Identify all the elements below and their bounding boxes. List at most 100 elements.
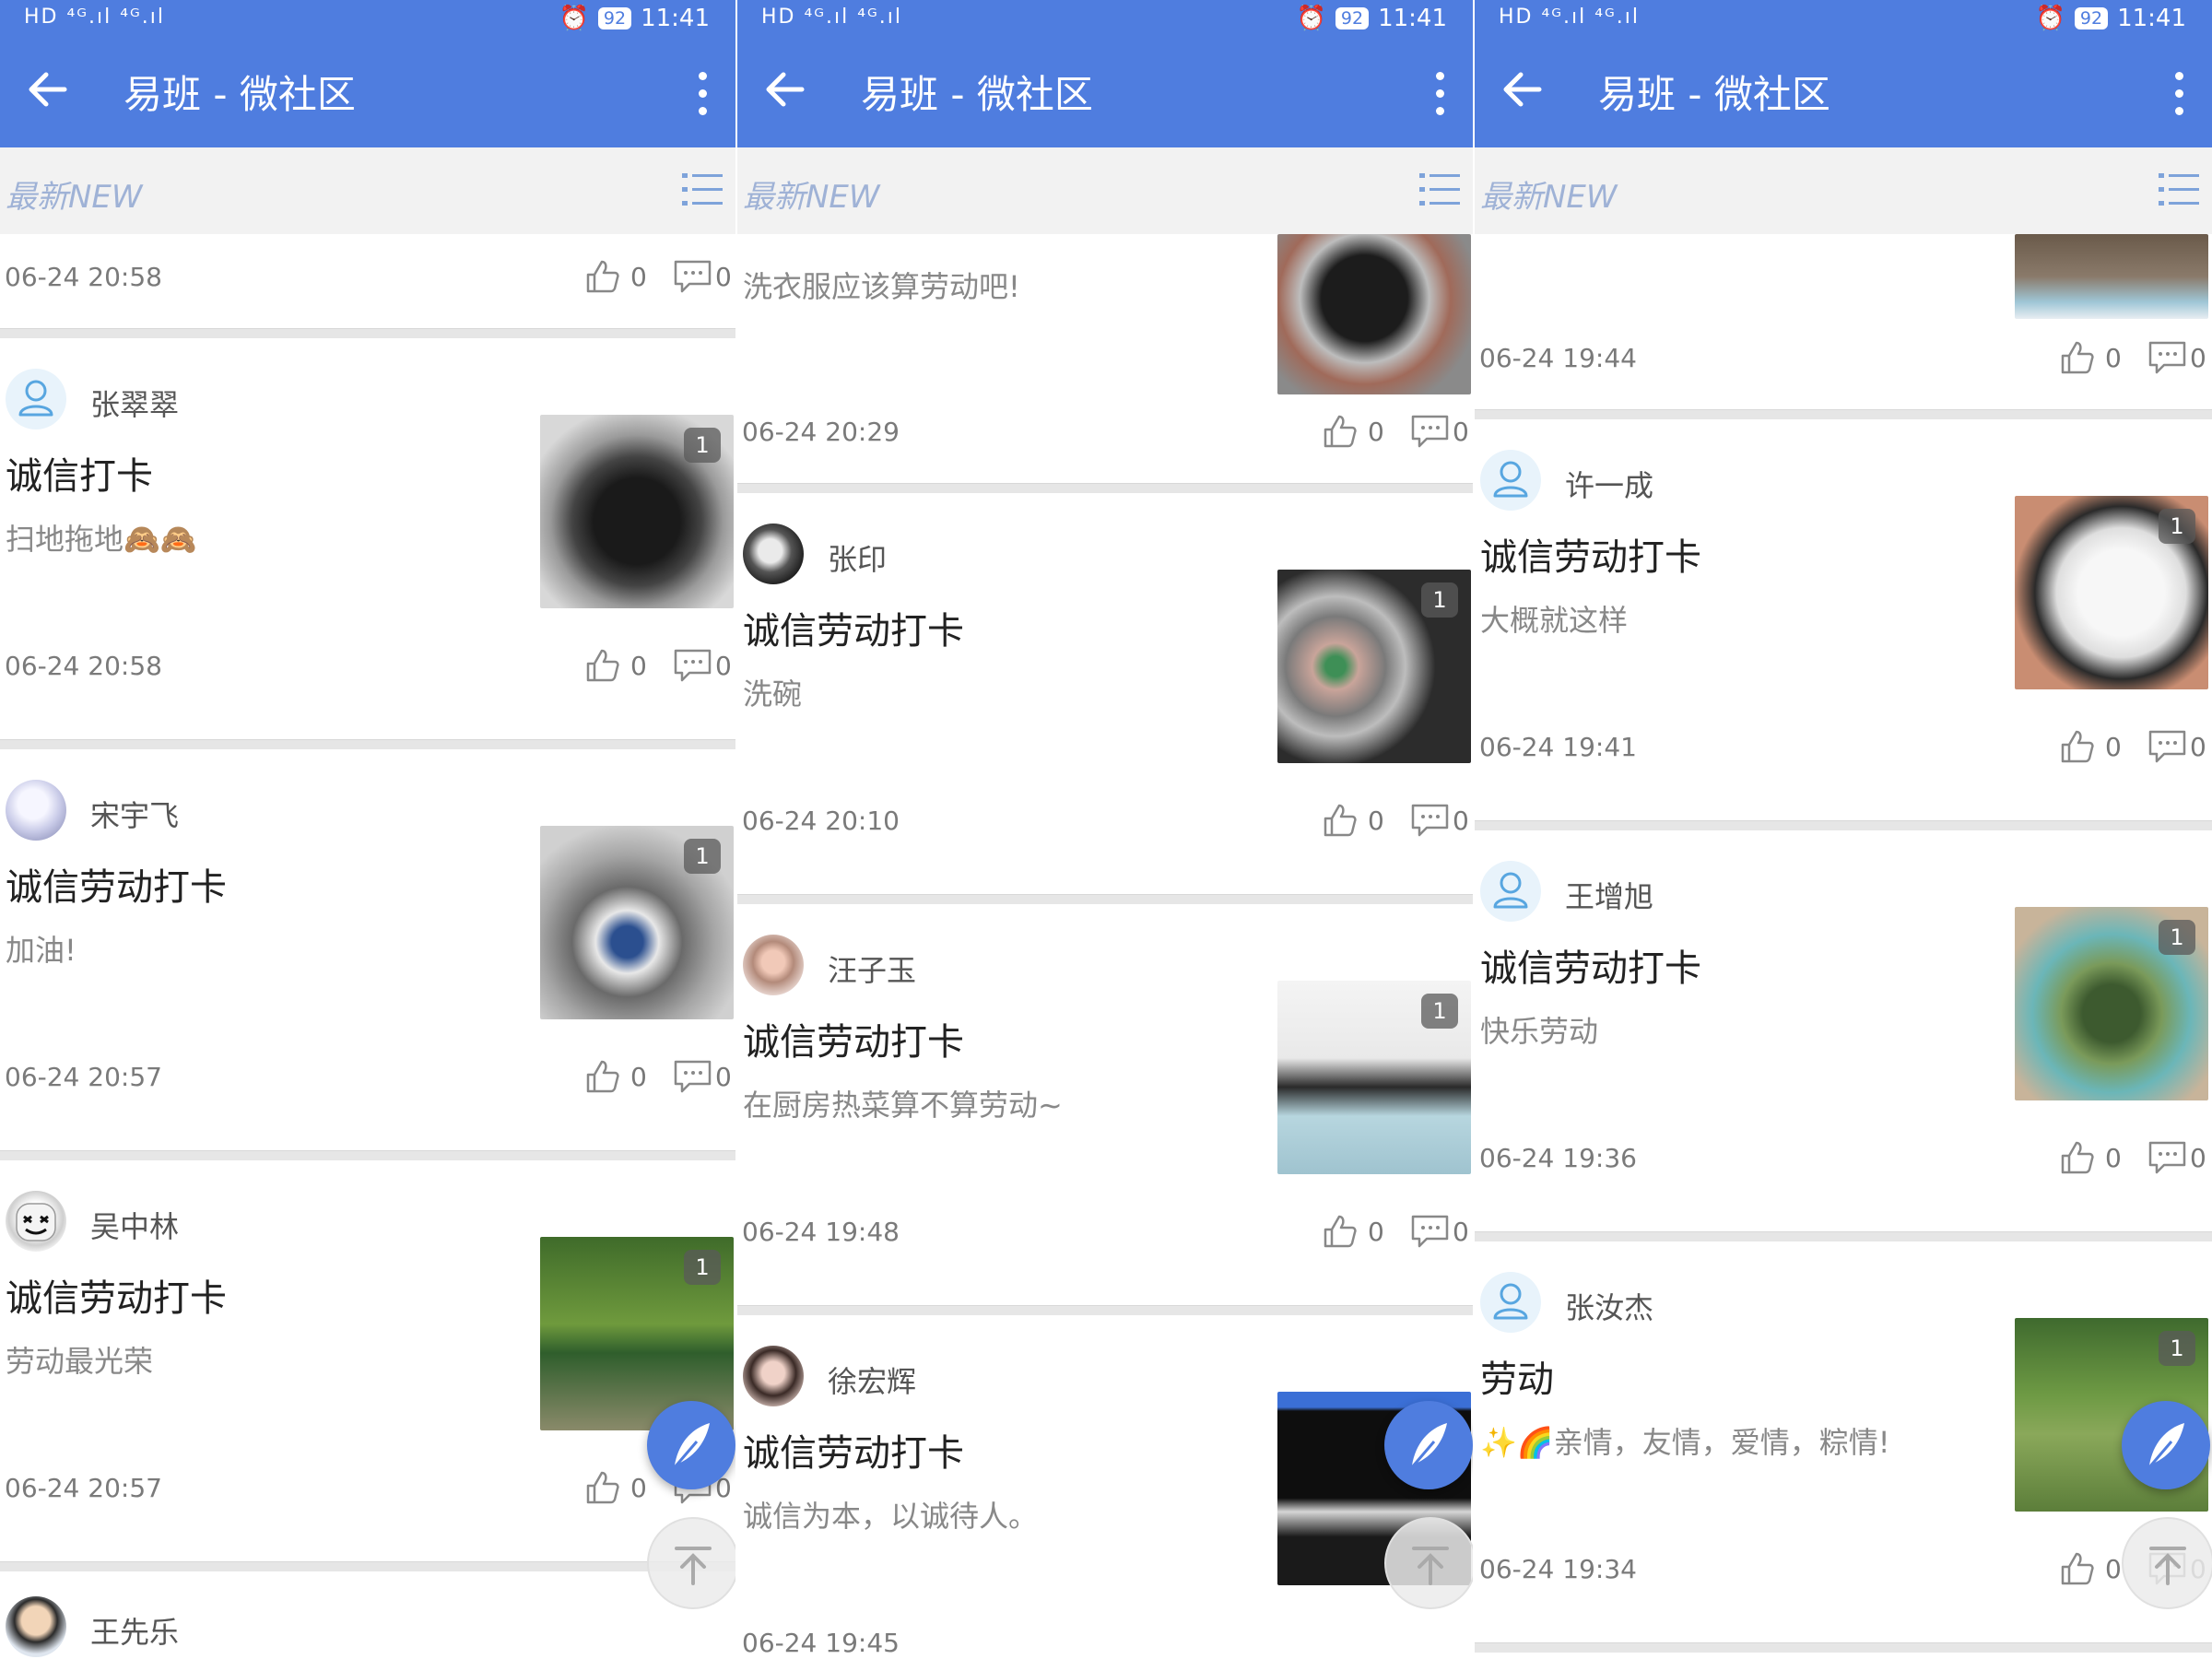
like-count: 0 <box>1368 805 1384 836</box>
feather-icon <box>1410 1423 1447 1468</box>
post-image[interactable]: 1 <box>2015 496 2208 689</box>
post-card[interactable]: 06-24 19:44 0 0 <box>1475 234 2212 409</box>
tab-bar: 最新NEW <box>1475 147 2212 234</box>
like-button[interactable]: 0 <box>1322 802 1384 839</box>
image-count-badge: 1 <box>684 839 721 874</box>
like-button[interactable]: 0 <box>1322 1213 1384 1250</box>
comment-button[interactable]: 0 <box>1410 1213 1469 1250</box>
post-card[interactable]: 张汝杰 劳动 ✨🌈亲情，友情，爱情，粽情! 1 06-24 19:34 0 0 <box>1475 1241 2212 1637</box>
comment-button[interactable]: 0 <box>2147 1139 2206 1176</box>
post-image[interactable]: 1 <box>2015 907 2208 1100</box>
avatar[interactable] <box>6 780 66 841</box>
user-name[interactable]: 许一成 <box>1565 463 1653 505</box>
post-card[interactable]: 许一成 诚信劳动打卡 大概就这样 1 06-24 19:41 0 0 <box>1475 418 2212 815</box>
back-to-top-button[interactable] <box>647 1517 735 1609</box>
thumbs-up-icon <box>2061 1552 2094 1585</box>
more-options-icon[interactable] <box>1430 72 1449 120</box>
like-button[interactable]: 0 <box>2059 1550 2122 1587</box>
avatar[interactable] <box>743 935 804 995</box>
comment-button[interactable]: 0 <box>2147 339 2206 376</box>
post-card[interactable]: 张翠翠 诚信打卡 扫地拖地🙈🙈 1 06-24 20:58 0 0 <box>0 337 735 734</box>
post-date: 06-24 19:34 <box>1479 1554 1637 1584</box>
avatar[interactable] <box>743 524 804 584</box>
post-card[interactable]: 吴中林 诚信劳动打卡 劳动最光荣 1 06-24 20:57 0 0 <box>0 1159 735 1556</box>
like-button[interactable]: 0 <box>2059 728 2122 765</box>
tab-latest[interactable]: 最新NEW <box>6 171 143 217</box>
post-card[interactable]: 张印 诚信劳动打卡 洗碗 1 06-24 20:10 0 0 <box>737 492 1473 888</box>
back-to-top-button[interactable] <box>2122 1517 2212 1609</box>
comment-button[interactable]: 0 <box>673 1058 732 1095</box>
comment-button[interactable]: 0 <box>673 258 732 295</box>
user-name[interactable]: 汪子玉 <box>828 947 916 990</box>
post-card[interactable]: 王增旭 诚信劳动打卡 快乐劳动 1 06-24 19:36 0 0 <box>1475 830 2212 1226</box>
post-card[interactable]: 汪子玉 诚信劳动打卡 在厨房热菜算不算劳动~ 1 06-24 19:48 0 0 <box>737 903 1473 1300</box>
status-bar: HD ⁴ᴳ.ıl ⁴ᴳ.ıl ⏰ 92 11:41 <box>1475 0 2212 39</box>
like-button[interactable]: 0 <box>584 258 647 295</box>
user-name[interactable]: 张印 <box>828 536 887 579</box>
clock: 11:41 <box>2117 5 2186 32</box>
more-options-icon[interactable] <box>2170 72 2188 120</box>
page-title: 易班 - 微社区 <box>124 72 356 117</box>
post-image[interactable] <box>2015 234 2208 319</box>
user-name[interactable]: 王增旭 <box>1565 874 1653 916</box>
back-to-top-button[interactable] <box>1384 1517 1473 1609</box>
list-menu-icon[interactable] <box>2159 171 2199 208</box>
post-image[interactable]: 1 <box>1277 570 1471 763</box>
back-arrow-icon[interactable] <box>761 65 811 114</box>
post-card[interactable]: 洗衣服应该算劳动吧! 06-24 20:29 0 0 <box>737 234 1473 483</box>
comment-button[interactable]: 0 <box>673 647 732 684</box>
like-button[interactable]: 0 <box>2059 1139 2122 1176</box>
post-card[interactable]: 06-24 20:58 0 0 <box>0 234 735 326</box>
comment-button[interactable]: 0 <box>1410 413 1469 450</box>
list-menu-icon[interactable] <box>1419 171 1460 208</box>
post-title: 诚信劳动打卡 <box>743 610 964 653</box>
image-count-badge: 1 <box>1421 582 1458 618</box>
avatar[interactable] <box>6 369 66 429</box>
post-image[interactable]: 1 <box>540 826 734 1019</box>
post-image[interactable]: 1 <box>540 415 734 608</box>
back-arrow-icon[interactable] <box>24 65 74 114</box>
compose-button[interactable] <box>2122 1401 2210 1489</box>
tab-latest[interactable]: 最新NEW <box>743 171 880 217</box>
compose-button[interactable] <box>647 1401 735 1489</box>
post-date: 06-24 20:57 <box>5 1062 162 1092</box>
like-button[interactable]: 0 <box>2059 339 2122 376</box>
image-count-badge: 1 <box>2159 1331 2195 1366</box>
avatar[interactable] <box>6 1596 66 1657</box>
avatar[interactable] <box>1480 450 1541 511</box>
user-name[interactable]: 王先乐 <box>90 1609 179 1652</box>
user-name[interactable]: 张汝杰 <box>1565 1285 1653 1327</box>
status-right: ⏰ 92 11:41 <box>2036 5 2187 32</box>
user-name[interactable]: 吴中林 <box>90 1204 179 1246</box>
comment-button[interactable]: 0 <box>2147 728 2206 765</box>
list-menu-icon[interactable] <box>682 171 723 208</box>
back-arrow-icon[interactable] <box>1499 65 1548 114</box>
avatar[interactable] <box>1480 861 1541 922</box>
arrow-up-icon <box>675 1547 712 1585</box>
image-count-badge: 1 <box>1421 994 1458 1029</box>
avatar[interactable] <box>1480 1272 1541 1333</box>
like-button[interactable]: 0 <box>584 647 647 684</box>
like-button[interactable]: 0 <box>584 1058 647 1095</box>
post-card[interactable]: 宋宇飞 诚信劳动打卡 加油! 1 06-24 20:57 0 0 <box>0 748 735 1145</box>
more-options-icon[interactable] <box>693 72 712 120</box>
user-name[interactable]: 宋宇飞 <box>90 793 179 835</box>
user-name[interactable]: 张翠翠 <box>90 382 179 424</box>
post-image[interactable]: 1 <box>1277 981 1471 1174</box>
post-card[interactable]: 徐宏辉 诚信劳动打卡 诚信为本，以诚待人。 06-24 19:45 <box>737 1314 1473 1659</box>
like-count: 0 <box>1368 1216 1384 1247</box>
avatar[interactable] <box>743 1346 804 1406</box>
comment-button[interactable]: 0 <box>1410 802 1469 839</box>
post-card[interactable]: 王先乐 <box>0 1571 735 1659</box>
avatar[interactable] <box>6 1191 66 1252</box>
tab-latest[interactable]: 最新NEW <box>1480 171 1618 217</box>
post-description: 洗碗 <box>743 677 803 712</box>
user-name[interactable]: 徐宏辉 <box>828 1359 916 1401</box>
post-image[interactable] <box>1277 234 1471 394</box>
post-description: ✨🌈亲情，友情，爱情，粽情! <box>1480 1425 1890 1460</box>
battery-indicator: 92 <box>2074 7 2109 29</box>
like-button[interactable]: 0 <box>584 1469 647 1506</box>
compose-button[interactable] <box>1384 1401 1473 1489</box>
clock: 11:41 <box>1378 5 1447 32</box>
like-button[interactable]: 0 <box>1322 413 1384 450</box>
